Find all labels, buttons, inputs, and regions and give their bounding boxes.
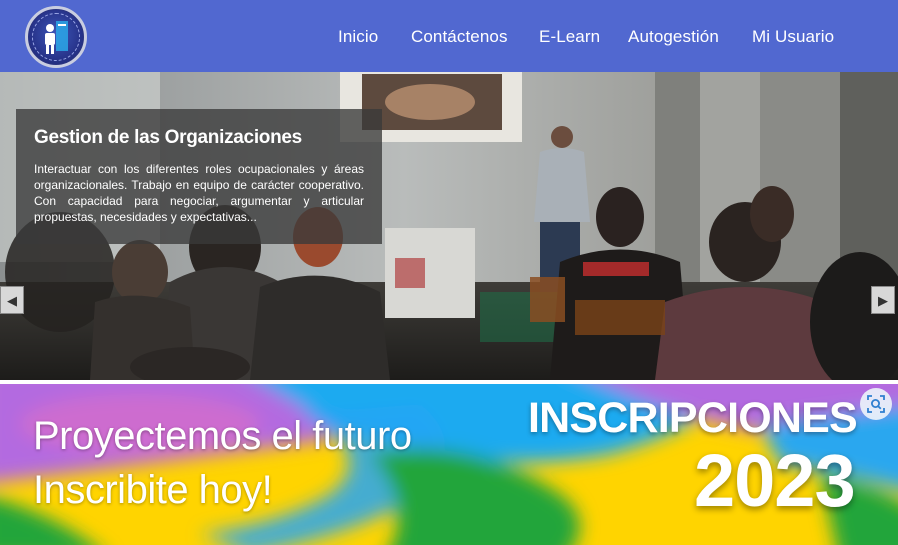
slide-caption-text: Interactuar con los diferentes roles ocu… [34,162,364,224]
banner-line-2: Inscribite hoy! [33,468,273,512]
inscripciones-banner[interactable]: Proyectemos el futuro Inscribite hoy! IN… [0,384,898,545]
slide-caption: Gestion de las Organizaciones Interactua… [16,109,382,244]
visual-search-icon [867,395,885,413]
banner-line-1: Proyectemos el futuro [33,414,412,458]
slide-caption-title: Gestion de las Organizaciones [34,127,302,148]
hero-slider: Gestion de las Organizaciones Interactua… [0,72,898,380]
slider-next-button[interactable]: ▶ [871,286,895,314]
slider-prev-button[interactable]: ◀ [0,286,24,314]
nav-inicio[interactable]: Inicio [338,27,378,47]
nav-mi-usuario[interactable]: Mi Usuario [752,27,834,47]
banner-heading: INSCRIPCIONES [528,394,858,442]
nav-e-learn[interactable]: E-Learn [539,27,600,47]
next-arrow-icon: ▶ [878,292,888,308]
nav-autogestion[interactable]: Autogestión [628,27,719,47]
nav-contactenos[interactable]: Contáctenos [411,27,508,47]
logo-figure-icon [45,21,68,54]
prev-arrow-icon: ◀ [7,292,17,308]
top-navbar: Inicio Contáctenos E-Learn Autogestión M… [0,0,898,72]
visual-search-button[interactable] [860,388,892,420]
banner-year: 2023 [694,439,856,522]
institution-logo-icon[interactable] [25,6,87,68]
